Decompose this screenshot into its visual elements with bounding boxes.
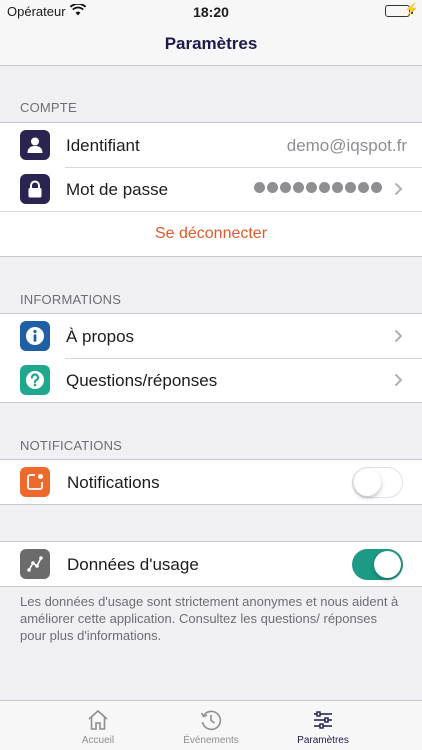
navigation-bar: Paramètres	[0, 22, 422, 66]
section-header-notifications: Notifications	[20, 438, 123, 453]
faq-row[interactable]: Questions/réponses	[0, 358, 422, 402]
password-masked-value	[254, 182, 382, 193]
tab-settings[interactable]: Paramètres	[286, 701, 360, 746]
notification-badge-icon	[20, 467, 50, 497]
account-group: Identifiant demo@iqspot.fr Mot de passe …	[0, 122, 422, 257]
logout-button[interactable]: Se déconnecter	[0, 212, 422, 256]
about-label: À propos	[66, 327, 135, 346]
user-icon	[20, 130, 50, 160]
usage-footnote: Les données d'usage sont strictement ano…	[20, 594, 399, 643]
notifications-group: Notifications	[0, 459, 422, 505]
chevron-right-icon	[394, 329, 403, 343]
status-time: 18:20	[193, 4, 229, 20]
info-icon	[20, 321, 50, 351]
tab-home[interactable]: Accueil	[0, 701, 196, 750]
usage-graph-icon	[20, 549, 50, 579]
usage-row: Données d'usage	[0, 542, 422, 586]
usage-label: Données d'usage	[67, 555, 199, 574]
tab-home-label: Accueil	[81, 735, 115, 746]
tab-settings-label: Paramètres	[297, 735, 349, 746]
password-label: Mot de passe	[66, 180, 169, 199]
usage-toggle[interactable]	[352, 549, 403, 580]
usage-group: Données d'usage	[0, 541, 422, 587]
notifications-row: Notifications	[0, 460, 422, 504]
status-bar: Opérateur 18:20 ⚡	[0, 0, 422, 22]
page-title: Paramètres	[164, 34, 258, 53]
tab-events-content[interactable]: Événements	[170, 701, 252, 746]
chevron-right-icon	[394, 373, 403, 387]
notifications-label: Notifications	[67, 473, 160, 492]
charging-icon: ⚡	[404, 2, 419, 16]
section-header-account: Compte	[20, 100, 77, 115]
faq-label: Questions/réponses	[66, 371, 218, 390]
notifications-toggle[interactable]	[352, 467, 403, 498]
password-row[interactable]: Mot de passe	[0, 167, 422, 211]
lock-icon	[20, 174, 50, 204]
question-icon	[20, 365, 50, 395]
sliders-icon	[314, 711, 332, 729]
tab-events-label: Événements	[183, 735, 239, 746]
history-icon	[200, 710, 222, 731]
identifier-label: Identifiant	[66, 136, 140, 155]
home-icon	[88, 709, 108, 730]
identifier-row[interactable]: Identifiant demo@iqspot.fr	[0, 123, 422, 167]
information-group: À propos Questions/réponses	[0, 313, 422, 403]
chevron-right-icon	[394, 182, 403, 196]
section-header-information: Informations	[20, 292, 122, 307]
about-row[interactable]: À propos	[0, 314, 422, 358]
tab-bar: Accueil Événements Paramètres	[0, 700, 422, 750]
identifier-value: demo@iqspot.fr	[286, 136, 407, 155]
